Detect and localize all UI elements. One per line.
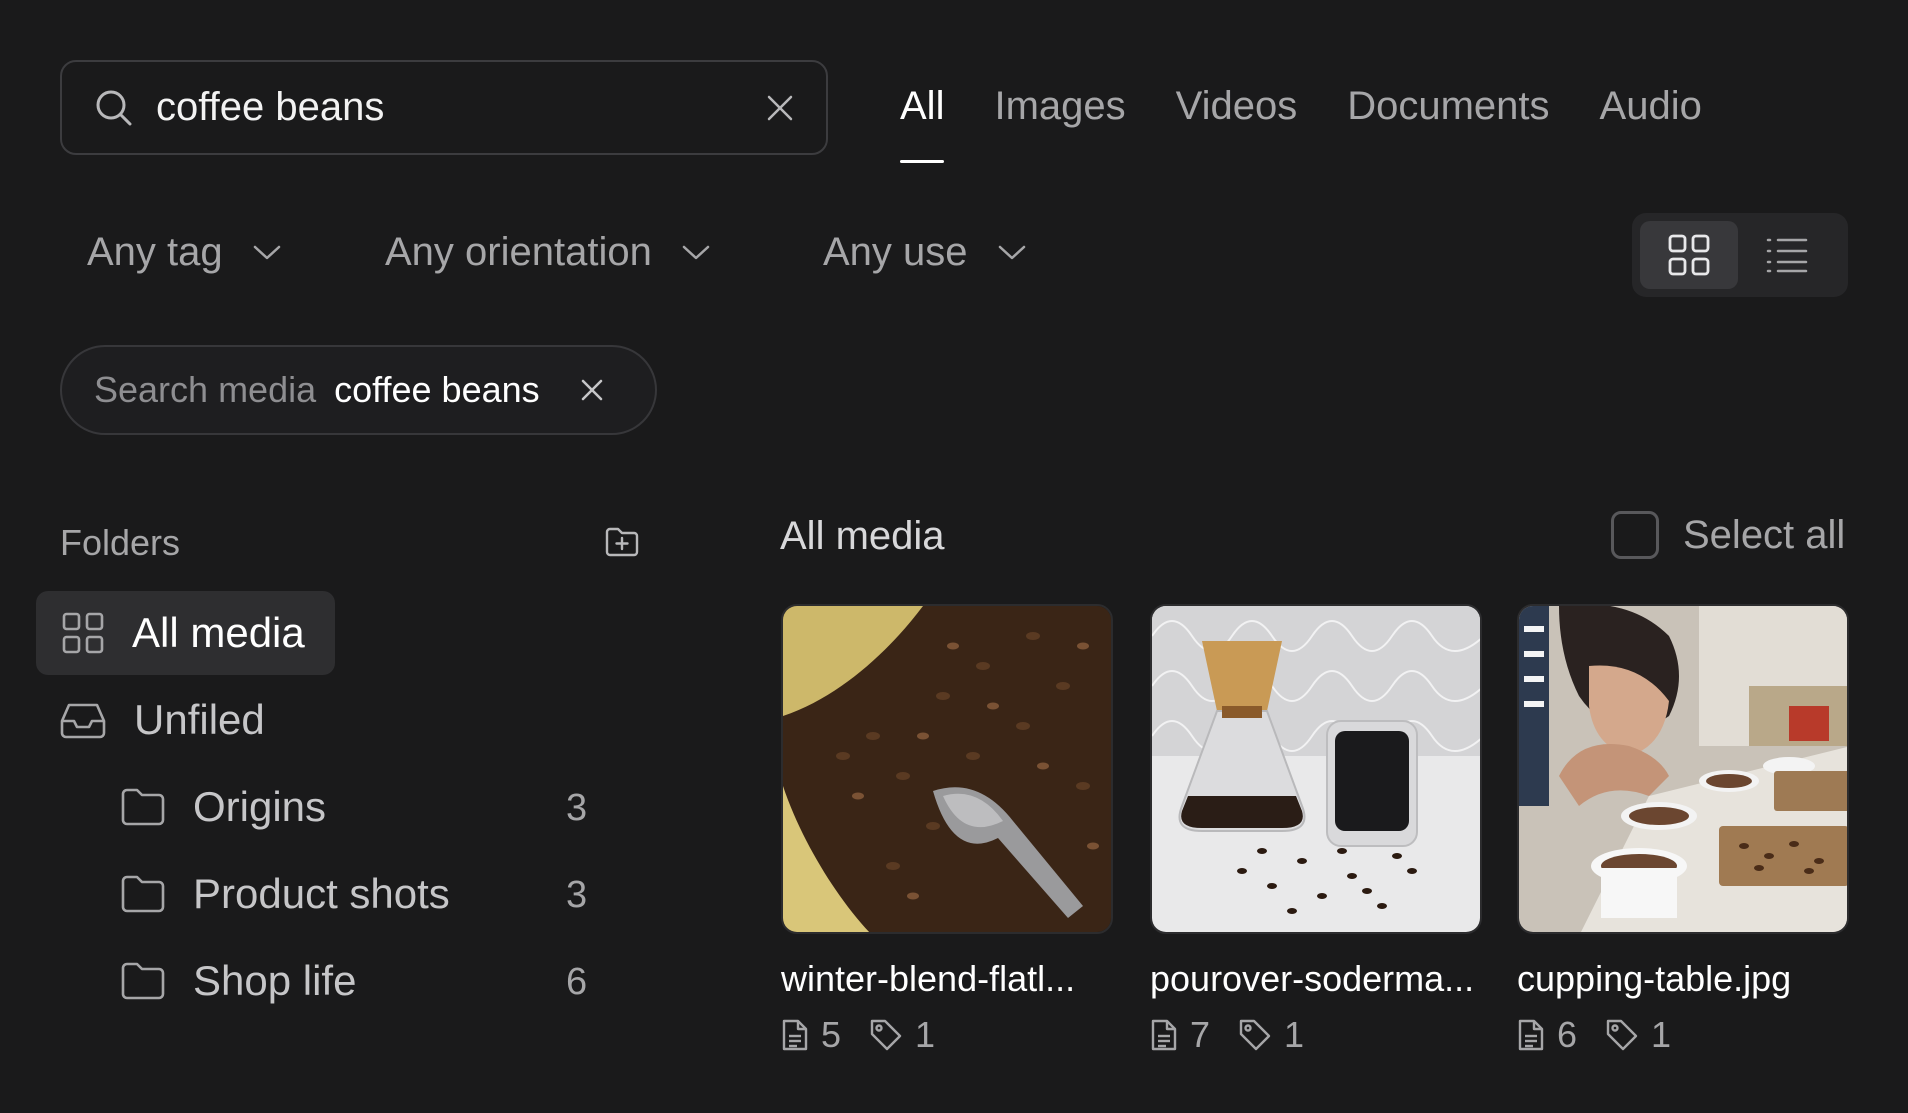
tag-icon xyxy=(869,1018,903,1052)
tag-icon xyxy=(1238,1018,1272,1052)
grid-icon xyxy=(1668,234,1710,276)
chevron-down-icon xyxy=(253,245,281,261)
tag-filter-label: Any tag xyxy=(87,230,223,274)
orientation-filter-label: Any orientation xyxy=(385,230,652,274)
search-box[interactable] xyxy=(60,60,828,155)
search-filter-chip: Search media coffee beans xyxy=(60,345,657,435)
sidebar-item-all-media[interactable]: All media xyxy=(36,591,335,675)
media-card[interactable]: winter-blend-flatl... 5 1 xyxy=(781,604,1113,1056)
media-name: cupping-table.jpg xyxy=(1517,958,1792,999)
inbox-icon xyxy=(60,701,106,739)
document-icon xyxy=(781,1018,809,1052)
clear-search-icon[interactable] xyxy=(766,94,794,122)
sidebar-item-origins[interactable]: Origins xyxy=(121,765,326,849)
document-icon xyxy=(1150,1018,1178,1052)
tag-filter-dropdown[interactable]: Any tag xyxy=(87,230,281,275)
media-thumbnail[interactable] xyxy=(781,604,1113,934)
tab-documents[interactable]: Documents xyxy=(1347,84,1549,164)
document-icon xyxy=(1517,1018,1545,1052)
sidebar-item-product-shots[interactable]: Product shots xyxy=(121,852,450,936)
media-meta: 5 1 xyxy=(781,1014,1113,1056)
orientation-filter-dropdown[interactable]: Any orientation xyxy=(385,230,710,275)
sidebar-item-label: All media xyxy=(132,609,305,656)
sidebar-item-label: Unfiled xyxy=(134,696,265,743)
type-tabs: All Images Videos Documents Audio xyxy=(900,84,1702,164)
grid-icon xyxy=(62,612,104,654)
media-card[interactable]: cupping-table.jpg 6 1 xyxy=(1517,604,1849,1056)
tab-all[interactable]: All xyxy=(900,84,945,164)
folder-count: 3 xyxy=(566,787,588,829)
use-filter-dropdown[interactable]: Any use xyxy=(823,230,1026,275)
media-card[interactable]: pourover-soderma... 7 1 xyxy=(1150,604,1482,1056)
list-icon xyxy=(1766,237,1808,273)
remove-chip-icon[interactable] xyxy=(580,378,604,402)
folders-heading: Folders xyxy=(60,522,181,563)
tag-count: 1 xyxy=(915,1014,936,1055)
tab-audio[interactable]: Audio xyxy=(1600,84,1702,164)
folder-count: 3 xyxy=(566,874,588,916)
folder-icon xyxy=(121,962,165,1000)
list-view-button[interactable] xyxy=(1738,221,1836,289)
section-title: All media xyxy=(780,514,945,558)
new-folder-button[interactable] xyxy=(605,527,639,557)
select-all-checkbox[interactable] xyxy=(1611,511,1659,559)
sidebar-item-label: Product shots xyxy=(193,870,450,917)
media-name: pourover-soderma... xyxy=(1150,958,1475,999)
chevron-down-icon xyxy=(682,245,710,261)
tag-count: 1 xyxy=(1284,1014,1305,1055)
media-name: winter-blend-flatl... xyxy=(781,958,1076,999)
tab-images[interactable]: Images xyxy=(994,84,1125,164)
chevron-down-icon xyxy=(998,245,1026,261)
tag-count: 1 xyxy=(1651,1014,1672,1055)
sidebar-item-label: Origins xyxy=(193,783,327,830)
file-count: 7 xyxy=(1190,1014,1211,1055)
sidebar-item-shop-life[interactable]: Shop life xyxy=(121,939,356,1023)
media-thumbnail[interactable] xyxy=(1150,604,1482,934)
folder-icon xyxy=(121,788,165,826)
file-count: 6 xyxy=(1557,1014,1578,1055)
search-icon xyxy=(94,88,134,128)
sidebar-item-unfiled[interactable]: Unfiled xyxy=(60,678,265,762)
view-toggle xyxy=(1632,213,1848,297)
chip-value: coffee beans xyxy=(334,369,540,410)
tab-videos[interactable]: Videos xyxy=(1176,84,1298,164)
media-thumbnail[interactable] xyxy=(1517,604,1849,934)
grid-view-button[interactable] xyxy=(1640,221,1738,289)
file-count: 5 xyxy=(821,1014,842,1055)
tag-icon xyxy=(1605,1018,1639,1052)
folder-plus-icon xyxy=(605,527,639,557)
select-all-label: Select all xyxy=(1683,512,1846,557)
media-meta: 7 1 xyxy=(1150,1014,1482,1056)
sidebar-item-label: Shop life xyxy=(193,957,357,1004)
use-filter-label: Any use xyxy=(823,230,968,274)
search-input[interactable] xyxy=(156,85,766,130)
chip-label: Search media xyxy=(94,369,317,410)
folder-count: 6 xyxy=(566,961,588,1003)
media-meta: 6 1 xyxy=(1517,1014,1849,1056)
folder-icon xyxy=(121,875,165,913)
select-all-control[interactable]: Select all xyxy=(1611,511,1845,559)
